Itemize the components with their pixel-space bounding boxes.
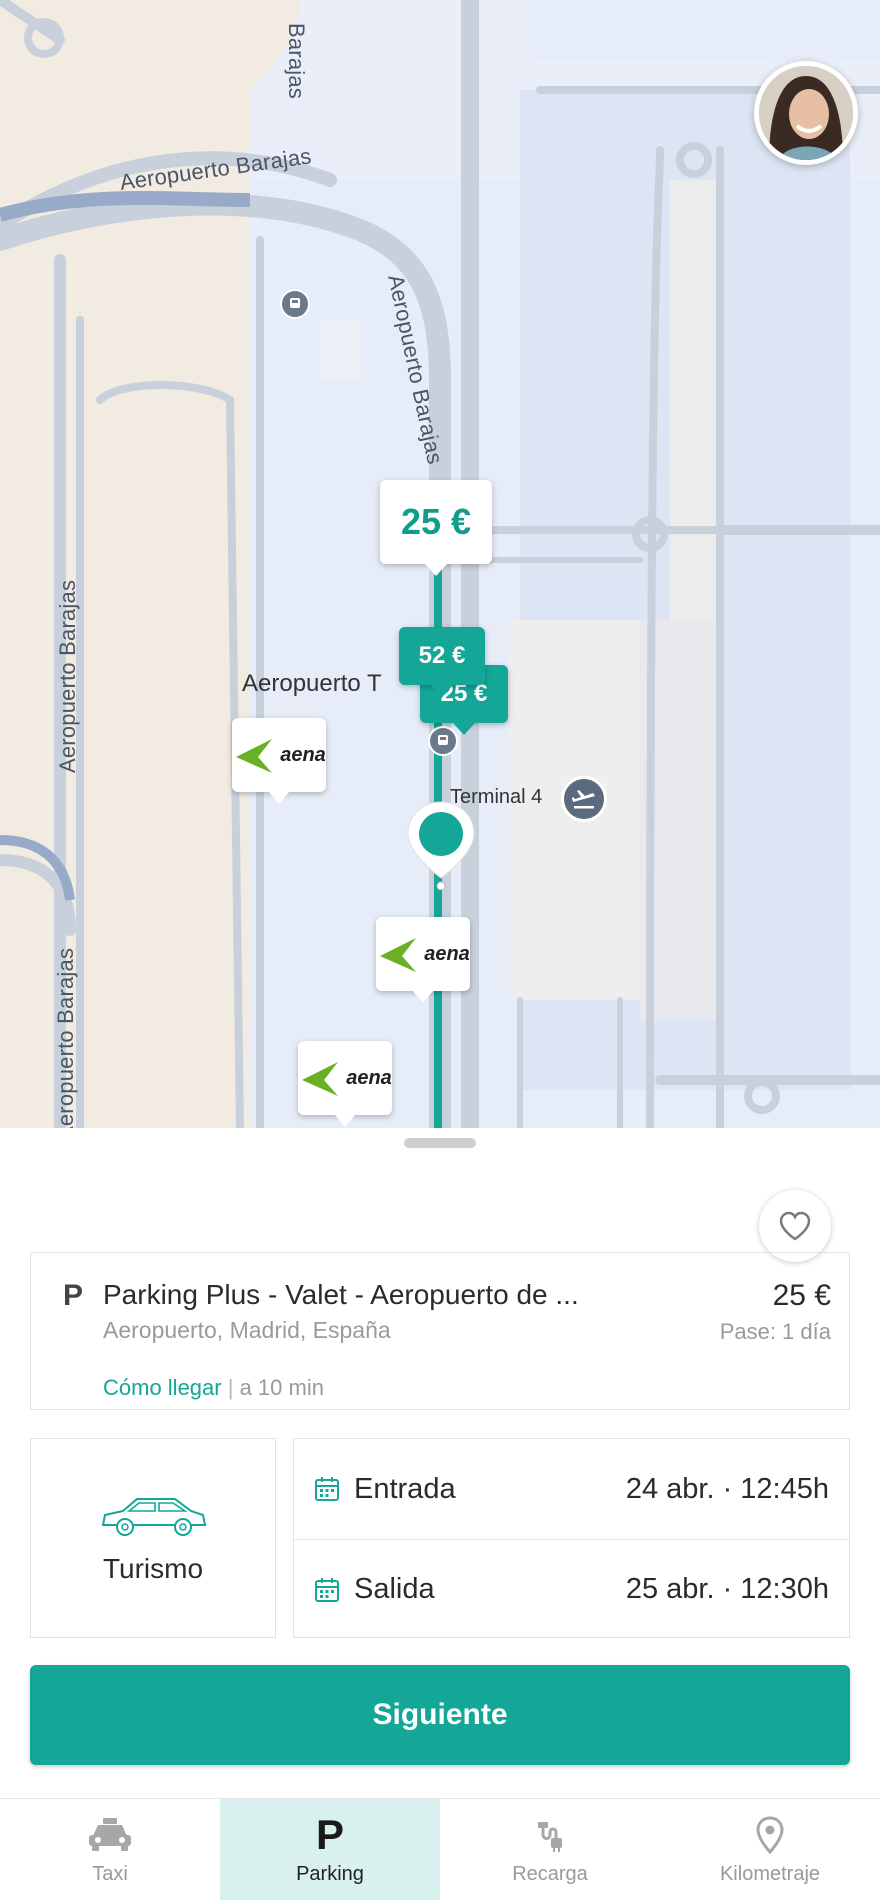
distance-time: a 10 min bbox=[239, 1375, 324, 1400]
user-photo-icon bbox=[759, 66, 853, 160]
heart-icon bbox=[779, 1211, 811, 1241]
parking-letter-icon: P bbox=[63, 1279, 84, 1312]
exit-label: Salida bbox=[354, 1573, 435, 1605]
map-view[interactable]: Barajas Aeropuerto Barajas Aeropuerto Ba… bbox=[0, 0, 880, 1130]
poi-terminal-label: Aeropuerto T bbox=[242, 670, 382, 697]
bus-stop-icon bbox=[280, 289, 310, 319]
charging-icon bbox=[538, 1822, 562, 1852]
profile-avatar[interactable] bbox=[754, 61, 858, 165]
directions-row: Cómo llegar | a 10 min bbox=[103, 1375, 324, 1401]
bottom-navigation: Taxi P Parking Recarga Kilometraje bbox=[0, 1798, 880, 1900]
next-button[interactable]: Siguiente bbox=[30, 1665, 850, 1765]
airport-icon[interactable] bbox=[561, 776, 607, 822]
location-pin-icon bbox=[756, 1816, 784, 1854]
calendar-icon bbox=[315, 1477, 339, 1501]
vehicle-selector[interactable]: Turismo bbox=[30, 1438, 276, 1638]
price-pin[interactable]: 52 € bbox=[399, 627, 485, 697]
exit-date-row[interactable]: Salida 25 abr. · 12:30h bbox=[294, 1539, 849, 1639]
sheet-drag-handle[interactable] bbox=[404, 1138, 476, 1148]
bottom-sheet: P Parking Plus - Valet - Aeropuerto de .… bbox=[0, 1128, 880, 1798]
road-label: Aeropuerto Barajas bbox=[55, 579, 80, 773]
entry-value: 24 abr. · 12:45h bbox=[625, 1472, 829, 1505]
how-to-get-link[interactable]: Cómo llegar bbox=[103, 1375, 222, 1400]
parking-info-card[interactable]: P Parking Plus - Valet - Aeropuerto de .… bbox=[30, 1252, 850, 1410]
calendar-icon bbox=[315, 1577, 339, 1602]
parking-address: Aeropuerto, Madrid, España bbox=[103, 1317, 391, 1343]
dates-panel: Entrada 24 abr. · 12:45h Salida 25 abr. … bbox=[293, 1438, 850, 1638]
aena-logo-icon bbox=[236, 739, 273, 773]
aena-logo-icon bbox=[302, 1062, 339, 1096]
car-icon bbox=[101, 1498, 207, 1536]
entry-date-row[interactable]: Entrada 24 abr. · 12:45h bbox=[294, 1439, 849, 1539]
exit-value: 25 abr. · 12:30h bbox=[625, 1573, 829, 1605]
taxi-icon bbox=[89, 1818, 131, 1851]
price-pin[interactable]: 25 € bbox=[380, 480, 492, 576]
parking-icon: P bbox=[315, 1811, 344, 1858]
aena-logo-icon bbox=[380, 938, 417, 972]
aena-parking-pin[interactable]: aena bbox=[298, 1041, 392, 1127]
nav-label: Parking bbox=[296, 1863, 364, 1885]
nav-item-recarga[interactable]: Recarga bbox=[440, 1799, 660, 1900]
road-label: Barajas bbox=[284, 23, 309, 99]
parking-name: Parking Plus - Valet - Aeropuerto de ... bbox=[103, 1279, 579, 1310]
nav-label: Recarga bbox=[512, 1863, 588, 1885]
nav-label: Kilometraje bbox=[719, 1863, 821, 1885]
vehicle-label: Turismo bbox=[102, 1553, 204, 1584]
nav-item-kilometraje[interactable]: Kilometraje bbox=[660, 1799, 880, 1900]
aena-parking-pin[interactable]: aena bbox=[232, 718, 326, 804]
aena-parking-pin[interactable]: aena bbox=[376, 917, 470, 1003]
location-marker-icon bbox=[407, 801, 475, 890]
entry-label: Entrada bbox=[354, 1472, 456, 1505]
nav-item-taxi[interactable]: Taxi bbox=[0, 1799, 220, 1900]
parking-pass: Pase: 1 día bbox=[719, 1319, 831, 1344]
separator: | bbox=[227, 1375, 234, 1400]
nav-label: Taxi bbox=[92, 1863, 128, 1885]
road-label: Aeropuerto Barajas bbox=[53, 947, 78, 1130]
nav-item-parking[interactable]: P Parking bbox=[220, 1799, 440, 1900]
parking-price: 25 € bbox=[772, 1279, 831, 1312]
